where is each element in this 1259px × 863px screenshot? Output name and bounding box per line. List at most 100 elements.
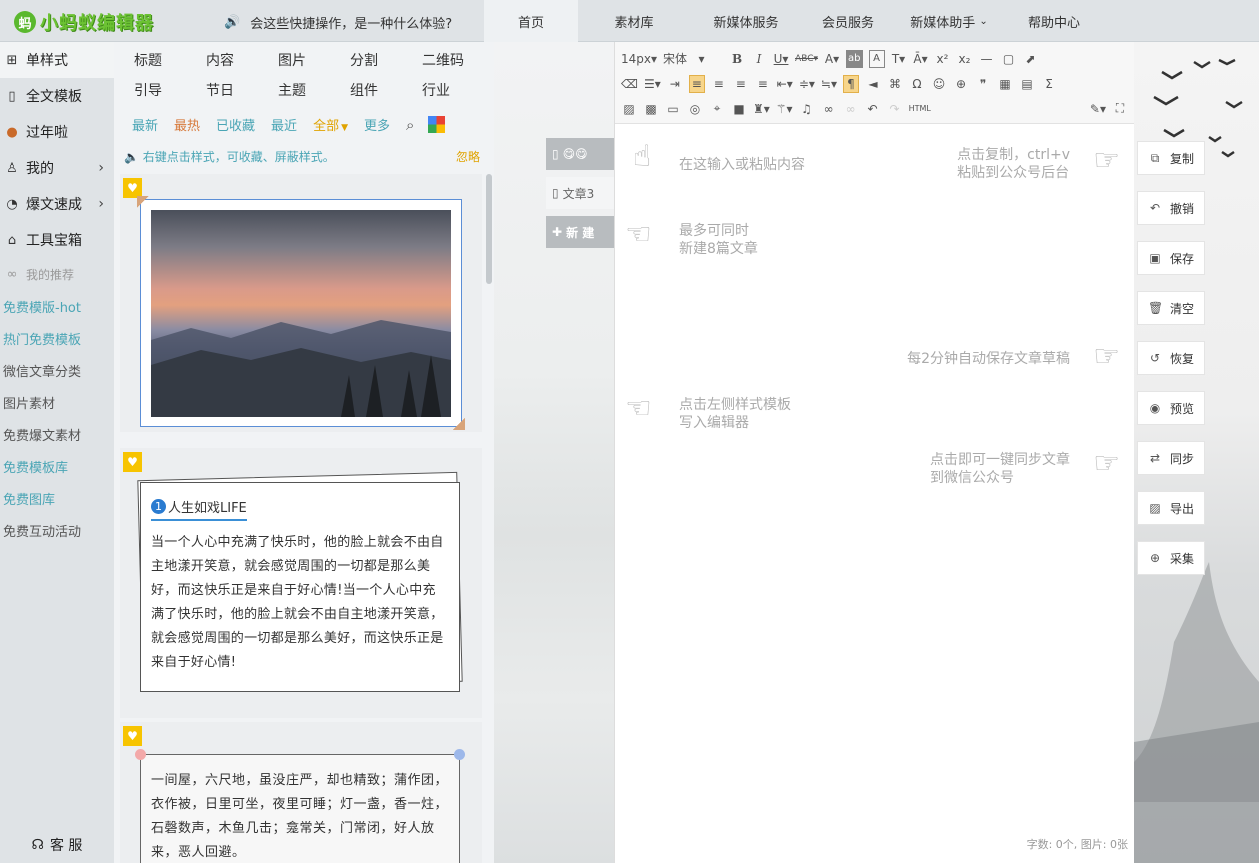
customer-service-button[interactable]: ☊ 客 服 — [0, 835, 114, 855]
multi-image-icon[interactable]: ▩ — [643, 100, 659, 118]
color-palette-icon[interactable] — [428, 116, 446, 133]
category-theme[interactable]: 主题 — [278, 80, 350, 100]
sidebar-item-full-template[interactable]: ▯ 全文模板 — [0, 78, 114, 114]
eraser-icon[interactable]: ⌫ — [621, 75, 638, 93]
nav-tab-media-service[interactable]: 新媒体服务 — [690, 0, 802, 42]
category-title[interactable]: 标题 — [134, 50, 206, 70]
filter-more[interactable]: 更多 — [364, 115, 390, 134]
rtl-icon[interactable]: ◄ — [865, 75, 881, 93]
ltr-icon[interactable]: ¶ — [843, 74, 859, 93]
category-festival[interactable]: 节日 — [206, 80, 278, 100]
clear-button[interactable]: 🗑 清空 — [1137, 291, 1205, 325]
nav-tab-materials[interactable]: 素材库 — [578, 0, 690, 42]
category-image[interactable]: 图片 — [278, 50, 350, 70]
undo-button[interactable]: ↶ 撤销 — [1137, 191, 1205, 225]
font-size-select[interactable]: 14px ▾ — [621, 50, 657, 68]
filter-all[interactable]: 全部 ▼ — [313, 115, 348, 134]
bold-icon[interactable]: B — [729, 50, 745, 68]
music-icon[interactable]: ♫ — [799, 100, 815, 118]
location-icon[interactable]: ⌖ — [709, 100, 725, 118]
style-list-scrollbar[interactable] — [486, 174, 492, 284]
style-card[interactable]: ♥ 一间屋，六尺地，虽没庄严，却也精致；蒲作团，衣作被，日里可坐，夜里可睡；灯一… — [120, 722, 482, 863]
nav-tab-assistant[interactable]: 新媒体助手 ⌄ — [894, 0, 1004, 42]
unlink-icon[interactable]: ∞ — [843, 100, 859, 118]
sidebar-item-new-year[interactable]: ● 过年啦 — [0, 114, 114, 150]
card-icon[interactable]: ▭ — [665, 100, 681, 118]
align-center-icon[interactable]: ≡ — [711, 75, 727, 93]
page-icon[interactable]: ▢ — [1001, 50, 1017, 68]
omega-icon[interactable]: Ω — [909, 75, 925, 93]
sidebar-link[interactable]: 免费爆文素材 — [0, 418, 114, 450]
quote-icon[interactable]: ❞ — [975, 75, 991, 93]
background-color-icon[interactable]: ab — [846, 49, 863, 68]
nav-tab-home[interactable]: 首页 — [484, 0, 578, 42]
filter-hottest[interactable]: 最热 — [174, 115, 200, 134]
doc-tab-article3[interactable]: ▯ 文章3 — [546, 177, 614, 209]
category-component[interactable]: 组件 — [350, 80, 422, 100]
subscript-icon[interactable]: x₂ — [957, 50, 973, 68]
indent-icon[interactable]: ⇥ — [667, 75, 683, 93]
sidebar-item-mine[interactable]: ♙ 我的 › — [0, 150, 114, 186]
doc-tab-emoji[interactable]: ▯ 😋😋 — [546, 138, 614, 170]
sidebar-link[interactable]: 免费模板库 — [0, 450, 114, 482]
image-icon[interactable]: ▨ — [621, 100, 637, 118]
search-icon[interactable]: ⌕ — [406, 116, 414, 134]
align-left-icon[interactable]: ≡ — [688, 74, 705, 93]
new-document-button[interactable]: ✚ 新 建 — [546, 216, 614, 248]
text-indent-icon[interactable]: T▾ — [891, 50, 907, 68]
align-right-icon[interactable]: ≡ — [733, 75, 749, 93]
search-replace-icon[interactable]: ⊕ — [953, 75, 969, 93]
notice-bar[interactable]: 🔊 会这些快捷操作，是一种什么体验? — [224, 13, 452, 32]
sidebar-item-viral[interactable]: ◔ 爆文速成 › — [0, 186, 114, 222]
category-content[interactable]: 内容 — [206, 50, 278, 70]
table-icon[interactable]: ▦ — [997, 75, 1013, 93]
html-icon[interactable]: HTML — [909, 100, 931, 118]
emoji-icon[interactable]: ☺ — [931, 75, 947, 93]
favorite-heart-icon[interactable]: ♥ — [123, 726, 142, 746]
sidebar-link[interactable]: 微信文章分类 — [0, 354, 114, 386]
video-icon[interactable]: ■ — [731, 100, 747, 118]
horizontal-rule-icon[interactable]: — — [979, 50, 995, 68]
collect-button[interactable]: ⊕ 采集 — [1137, 541, 1205, 575]
strikethrough-icon[interactable]: ABC▾ — [795, 50, 818, 68]
sync-button[interactable]: ⇄ 同步 — [1137, 441, 1205, 475]
sidebar-link[interactable]: 免费图库 — [0, 482, 114, 514]
sidebar-link[interactable]: 图片素材 — [0, 386, 114, 418]
sum-icon[interactable]: Σ — [1041, 75, 1057, 93]
underline-icon[interactable]: U▾ — [773, 50, 789, 68]
fullscreen-icon[interactable]: ⬈ — [1023, 50, 1039, 68]
redo-icon[interactable]: ↷ — [887, 100, 903, 118]
template-icon[interactable]: ▤ — [1019, 75, 1035, 93]
format-painter-icon[interactable]: ⌘ — [887, 75, 903, 93]
category-qrcode[interactable]: 二维码 — [422, 50, 494, 70]
sidebar-item-single-style[interactable]: ⊞ 单样式 — [0, 42, 114, 78]
favorite-heart-icon[interactable]: ♥ — [123, 452, 142, 472]
paragraph-spacing-icon[interactable]: ≑▾ — [799, 75, 815, 93]
gif-icon[interactable]: ◎ — [687, 100, 703, 118]
preview-button[interactable]: ◉ 预览 — [1137, 391, 1205, 425]
font-color-icon[interactable]: A▾ — [824, 50, 840, 68]
filter-recent[interactable]: 最近 — [271, 115, 297, 134]
copy-button[interactable]: ⧉ 复制 — [1137, 141, 1205, 175]
sidebar-link[interactable]: 免费模版-hot — [0, 290, 114, 322]
line-height-icon[interactable]: ☰▾ — [644, 75, 661, 93]
nav-tab-help[interactable]: 帮助中心 — [1004, 0, 1104, 42]
link-icon[interactable]: ∞ — [821, 100, 837, 118]
superscript-icon[interactable]: x² — [935, 50, 951, 68]
category-divider[interactable]: 分割 — [350, 50, 422, 70]
ignore-link[interactable]: 忽略 — [456, 148, 480, 165]
style-card[interactable]: ♥ — [120, 174, 482, 432]
export-button[interactable]: ▨ 导出 — [1137, 491, 1205, 525]
stamp-icon[interactable]: ♜▾ — [753, 100, 770, 118]
align-justify-icon[interactable]: ≡ — [755, 75, 771, 93]
font-family-select[interactable]: 宋体 ▾ — [663, 50, 723, 68]
sidebar-item-toolbox[interactable]: ⌂ 工具宝箱 — [0, 222, 114, 258]
magic-wand-icon[interactable]: ⚚▾ — [776, 100, 793, 118]
save-button[interactable]: ▣ 保存 — [1137, 241, 1205, 275]
border-text-icon[interactable]: A — [868, 49, 885, 68]
style-card[interactable]: ♥ 1 人生如戏LIFE 当一个人心中充满了快乐时，他的脸上就会不由自主地漾开笑… — [120, 448, 482, 718]
undo-icon[interactable]: ↶ — [865, 100, 881, 118]
category-industry[interactable]: 行业 — [422, 80, 494, 100]
sidebar-link[interactable]: 免费互动活动 — [0, 514, 114, 546]
letter-spacing-icon[interactable]: Ā▾ — [913, 50, 929, 68]
